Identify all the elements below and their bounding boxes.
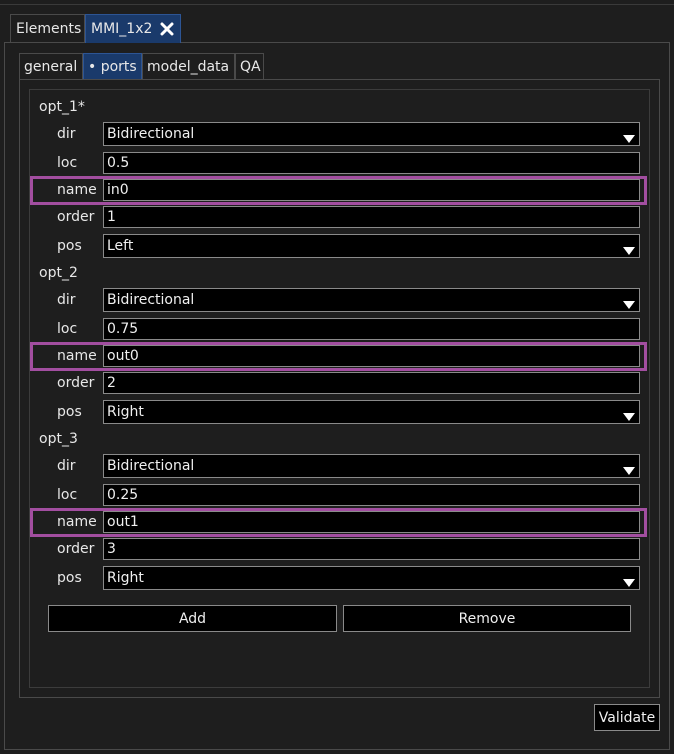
port-header: opt_1* — [39, 99, 85, 115]
top-divider — [0, 4, 674, 5]
loc-field[interactable]: 0.25 — [103, 484, 640, 506]
dir-label: dir — [57, 458, 76, 474]
pos-value: Left — [107, 238, 134, 254]
remove-button[interactable]: Remove — [343, 605, 631, 632]
order-label: order — [57, 209, 95, 225]
editor-tab-bar: Elements MMI_1x2 — [10, 14, 181, 43]
loc-label: loc — [57, 487, 78, 503]
chevron-down-icon — [622, 407, 636, 429]
pos-label: pos — [57, 404, 82, 420]
tab-model-data[interactable]: model_data — [142, 53, 235, 80]
tab-ports[interactable]: • ports — [83, 53, 142, 80]
sub-tab-bar: general • ports model_data QA — [19, 53, 264, 80]
port-header: opt_2 — [39, 265, 78, 281]
chevron-down-icon — [622, 129, 636, 151]
chevron-down-icon — [622, 461, 636, 483]
order-label: order — [57, 375, 95, 391]
pos-label: pos — [57, 570, 82, 586]
pos-select[interactable]: Right — [103, 400, 640, 424]
add-button[interactable]: Add — [48, 605, 337, 632]
close-icon[interactable] — [158, 20, 175, 38]
dir-value: Bidirectional — [107, 126, 195, 142]
loc-label: loc — [57, 155, 78, 171]
order-field[interactable]: 3 — [103, 538, 640, 560]
pos-select[interactable]: Right — [103, 566, 640, 590]
pos-label: pos — [57, 238, 82, 254]
pos-value: Right — [107, 404, 144, 420]
tab-general[interactable]: general — [19, 53, 83, 80]
dir-select[interactable]: Bidirectional — [103, 122, 640, 146]
chevron-down-icon — [622, 295, 636, 317]
chevron-down-icon — [622, 573, 636, 595]
order-field[interactable]: 2 — [103, 372, 640, 394]
tab-qa-label: QA — [240, 59, 261, 75]
tab-mmi-1x2-label: MMI_1x2 — [91, 21, 153, 37]
port-header: opt_3 — [39, 431, 78, 447]
pos-value: Right — [107, 570, 144, 586]
pos-select[interactable]: Left — [103, 234, 640, 258]
loc-label: loc — [57, 321, 78, 337]
dir-value: Bidirectional — [107, 292, 195, 308]
dir-select[interactable]: Bidirectional — [103, 288, 640, 312]
tab-elements-label: Elements — [16, 21, 82, 37]
dir-select[interactable]: Bidirectional — [103, 454, 640, 478]
dir-value: Bidirectional — [107, 458, 195, 474]
loc-field[interactable]: 0.75 — [103, 318, 640, 340]
tab-model-data-label: model_data — [147, 59, 230, 75]
name-highlight-box — [30, 508, 647, 537]
dir-label: dir — [57, 126, 76, 142]
order-field[interactable]: 1 — [103, 206, 640, 228]
loc-field[interactable]: 0.5 — [103, 152, 640, 174]
chevron-down-icon — [622, 241, 636, 263]
dir-label: dir — [57, 292, 76, 308]
name-highlight-box — [30, 342, 647, 371]
validate-button[interactable]: Validate — [594, 704, 660, 731]
tab-elements[interactable]: Elements — [10, 14, 85, 43]
tab-mmi-1x2[interactable]: MMI_1x2 — [85, 14, 181, 43]
name-highlight-box — [30, 176, 647, 205]
tab-general-label: general — [24, 59, 78, 75]
tab-ports-label: • ports — [88, 59, 137, 75]
tab-qa[interactable]: QA — [235, 53, 264, 80]
order-label: order — [57, 541, 95, 557]
